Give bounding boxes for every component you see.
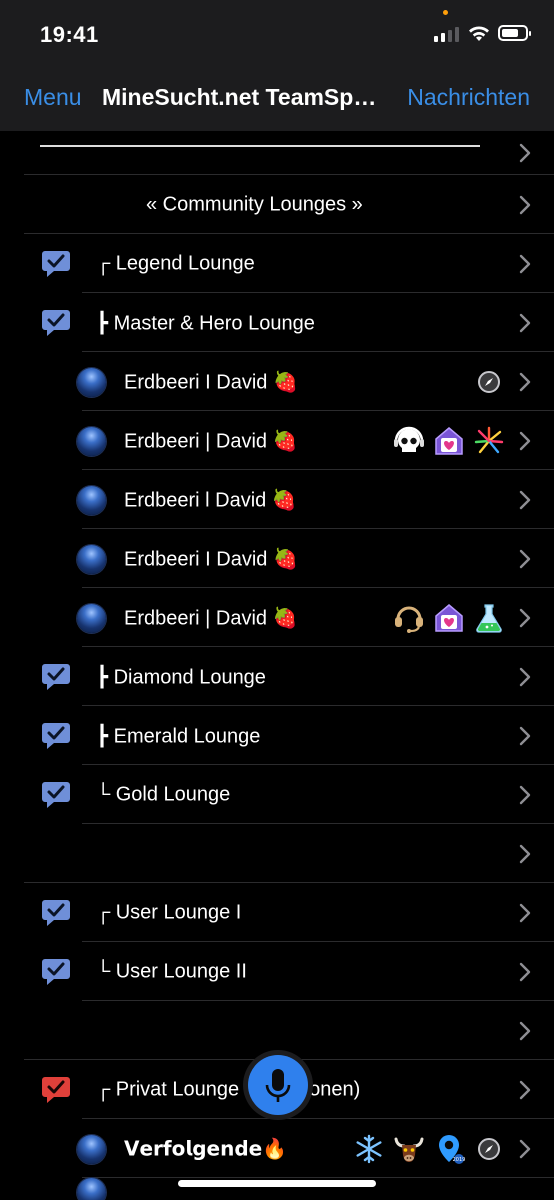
client-name: Erdbeeri I David 🍓 — [124, 371, 298, 393]
snowflake-icon — [352, 1132, 386, 1166]
client-name: Erdbeeri | David 🍓 — [124, 430, 298, 452]
client-status-icon — [77, 485, 106, 515]
chevron-right-icon — [519, 195, 531, 214]
client-badges: 2019 — [346, 1132, 506, 1166]
chevron-right-icon — [519, 785, 531, 804]
channel-bubble-icon — [42, 663, 70, 690]
client-name: 𝗩𝗲𝗿𝗳𝗼𝗹𝗴𝗲𝗻𝗱𝗲🔥 — [124, 1138, 288, 1160]
svg-text:2019: 2019 — [453, 1157, 465, 1163]
channel-name: ┌ Legend Lounge — [96, 252, 255, 274]
channel-name: └ User Lounge II — [96, 960, 247, 982]
channel-bubble-icon — [42, 781, 70, 808]
chevron-right-icon — [519, 1139, 531, 1158]
client-status-icon — [77, 1134, 106, 1164]
list-item-master-hero-lounge[interactable]: ┣ Master & Hero Lounge — [0, 293, 554, 352]
client-status-icon — [77, 603, 106, 633]
wifi-icon — [469, 26, 489, 41]
separator-line — [40, 145, 480, 147]
channel-bubble-icon — [42, 250, 70, 277]
private-channel-bubble-icon — [42, 1076, 70, 1103]
menu-button[interactable]: Menu — [24, 84, 82, 111]
client-status-icon — [77, 426, 106, 456]
client-status-icon — [77, 367, 106, 397]
chevron-right-icon — [519, 1021, 531, 1040]
heart-house-icon — [432, 601, 466, 635]
list-item-user[interactable]: Erdbeeri I David 🍓 — [0, 529, 554, 588]
battery-icon — [498, 25, 531, 41]
channel-name: ┣ Diamond Lounge — [96, 666, 266, 688]
location-pin-icon: 2019 — [432, 1132, 466, 1166]
list-item-user[interactable]: Erdbeeri l David 🍓 — [0, 470, 554, 529]
list-item-user-lounge-2[interactable]: └ User Lounge II — [0, 942, 554, 1001]
chevron-right-icon — [519, 1080, 531, 1099]
channel-bubble-icon — [42, 899, 70, 926]
list-item-spacer[interactable] — [0, 824, 554, 883]
status-bar: 19:41 — [0, 0, 554, 64]
chevron-right-icon — [519, 608, 531, 627]
microphone-button[interactable] — [243, 1050, 313, 1120]
chevron-right-icon — [519, 726, 531, 745]
list-item-diamond-lounge[interactable]: ┣ Diamond Lounge — [0, 647, 554, 706]
page-title: MineSucht.net TeamSpeak — [102, 84, 384, 110]
navigation-bar: Menu MineSucht.net TeamSpeak Nachrichten — [0, 64, 554, 131]
client-status-icon — [77, 1178, 106, 1200]
chevron-right-icon — [519, 549, 531, 568]
list-item-gold-lounge[interactable]: └ Gold Lounge — [0, 765, 554, 824]
list-item-user[interactable]: 𝗩𝗲𝗿𝗳𝗼𝗹𝗴𝗲𝗻𝗱𝗲🔥 2019 — [0, 1119, 554, 1178]
channel-bubble-icon — [42, 722, 70, 749]
status-time: 19:41 — [40, 22, 99, 47]
channel-bubble-icon — [42, 309, 70, 336]
compass-icon — [472, 1132, 506, 1166]
list-item-emerald-lounge[interactable]: ┣ Emerald Lounge — [0, 706, 554, 765]
list-item-user-lounge-1[interactable]: ┌ User Lounge I — [0, 883, 554, 942]
chevron-right-icon — [519, 372, 531, 391]
client-badges — [466, 365, 506, 399]
channel-name: ┌ User Lounge I — [96, 901, 242, 923]
list-item-legend-lounge[interactable]: ┌ Legend Lounge — [0, 234, 554, 293]
client-name: Erdbeeri | David 🍓 — [124, 607, 298, 629]
channel-name: ┣ Master & Hero Lounge — [96, 312, 315, 334]
list-item-user[interactable]: Erdbeeri I David 🍓 — [0, 352, 554, 411]
list-item-user[interactable]: Erdbeeri | David 🍓 — [0, 588, 554, 647]
chevron-right-icon — [519, 490, 531, 509]
microphone-icon — [265, 1069, 291, 1102]
chevron-right-icon — [519, 143, 531, 163]
chevron-right-icon — [519, 903, 531, 922]
skull-headphones-icon — [392, 424, 426, 458]
client-name: Erdbeeri I David 🍓 — [124, 548, 298, 570]
chevron-right-icon — [519, 431, 531, 450]
client-badges — [386, 424, 506, 458]
client-badges — [386, 601, 506, 635]
list-item-user[interactable]: Erdbeeri | David 🍓 — [0, 411, 554, 470]
mic-in-use-indicator — [443, 10, 448, 15]
chevron-right-icon — [519, 962, 531, 981]
messages-button[interactable]: Nachrichten — [407, 84, 530, 111]
compass-icon — [472, 365, 506, 399]
cellular-signal-icon — [434, 26, 460, 42]
channel-name: « Community Lounges » — [146, 193, 363, 215]
chevron-right-icon — [519, 667, 531, 686]
home-indicator[interactable] — [178, 1180, 376, 1187]
headset-icon — [392, 601, 426, 635]
channel-name: ┌ Privat Lounge (2 Personen) — [96, 1078, 361, 1100]
list-item-divider[interactable] — [0, 131, 554, 175]
chevron-right-icon — [519, 313, 531, 332]
channel-list: « Community Lounges » ┌ Legend Lounge ┣ … — [0, 131, 554, 1200]
chevron-right-icon — [519, 254, 531, 273]
list-item-community-lounges[interactable]: « Community Lounges » — [0, 175, 554, 234]
client-name: Erdbeeri l David 🍓 — [124, 489, 297, 511]
bull-icon — [392, 1132, 426, 1166]
flask-icon — [472, 601, 506, 635]
client-status-icon — [77, 544, 106, 574]
fireworks-icon — [472, 424, 506, 458]
heart-house-icon — [432, 424, 466, 458]
channel-name: └ Gold Lounge — [96, 783, 231, 805]
channel-bubble-icon — [42, 958, 70, 985]
chevron-right-icon — [519, 844, 531, 863]
channel-name: ┣ Emerald Lounge — [96, 725, 261, 747]
